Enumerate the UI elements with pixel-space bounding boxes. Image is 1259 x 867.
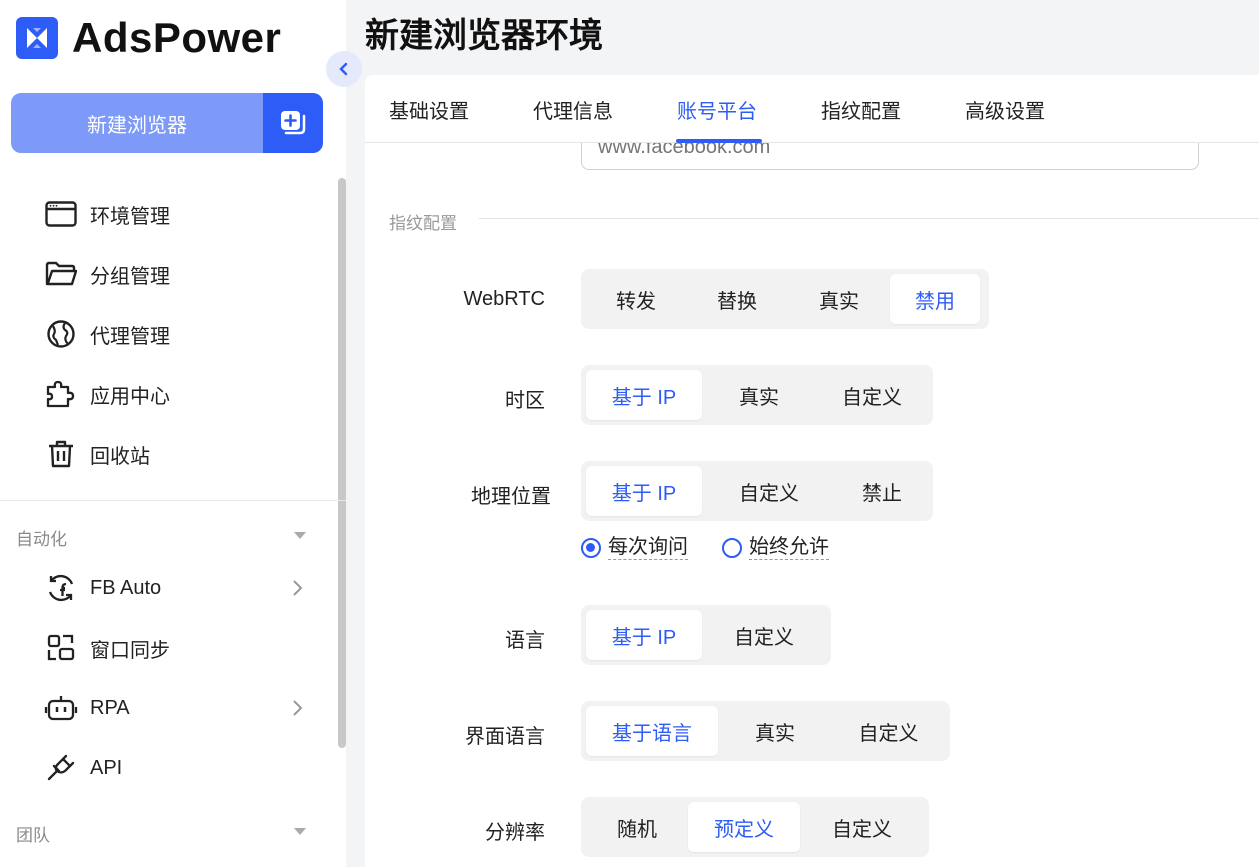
tab-fingerprint[interactable]: 指纹配置 bbox=[821, 95, 901, 124]
caret-down-icon bbox=[294, 532, 306, 539]
ui-language-label: 界面语言 bbox=[465, 726, 545, 748]
sidebar-item-label: RPA bbox=[90, 696, 130, 719]
resolution-option-predefined[interactable]: 预定义 bbox=[688, 802, 800, 852]
tab-basic-settings[interactable]: 基础设置 bbox=[389, 95, 469, 124]
tab-account-platform[interactable]: 账号平台 bbox=[677, 95, 757, 124]
timezone-label: 时区 bbox=[505, 390, 545, 412]
sidebar-item-label: API bbox=[90, 756, 123, 779]
chevron-right-icon bbox=[293, 700, 303, 716]
chevron-left-icon bbox=[339, 62, 348, 76]
timezone-option-custom[interactable]: 自定义 bbox=[816, 370, 928, 420]
resolution-label: 分辨率 bbox=[485, 822, 545, 844]
webrtc-option-replace[interactable]: 替换 bbox=[686, 274, 788, 324]
sidebar-item-rpa[interactable]: RPA bbox=[44, 688, 314, 728]
webrtc-option-real[interactable]: 真实 bbox=[788, 274, 890, 324]
geolocation-option-custom[interactable]: 自定义 bbox=[702, 466, 836, 516]
ui-language-option-real[interactable]: 真实 bbox=[718, 706, 832, 756]
geolocation-option-ip[interactable]: 基于 IP bbox=[586, 466, 702, 516]
sidebar-item-window-sync[interactable]: 窗口同步 bbox=[44, 628, 314, 668]
section-title: 自动化 bbox=[16, 530, 67, 549]
radio-checked-icon bbox=[581, 537, 601, 558]
page-title: 新建浏览器环境 bbox=[365, 17, 603, 55]
trash-icon bbox=[44, 437, 78, 471]
tab-proxy-info[interactable]: 代理信息 bbox=[533, 95, 613, 124]
sidebar-item-label: FB Auto bbox=[90, 576, 162, 599]
sidebar-item-label: 窗口同步 bbox=[90, 639, 170, 662]
sidebar-item-trash[interactable]: 回收站 bbox=[44, 434, 314, 474]
fingerprint-section-title: 指纹配置 bbox=[389, 214, 457, 233]
sidebar-section-automation[interactable]: 自动化 bbox=[16, 525, 306, 550]
collapse-sidebar-button[interactable] bbox=[326, 51, 362, 87]
ui-language-segmented: 基于语言 真实 自定义 bbox=[581, 701, 950, 761]
section-divider bbox=[479, 218, 1259, 219]
window-sync-icon bbox=[44, 631, 78, 665]
geolocation-permission-radios: 每次询问 始终允许 bbox=[581, 535, 863, 560]
webrtc-option-disable[interactable]: 禁用 bbox=[890, 274, 980, 324]
sidebar-item-fb-auto[interactable]: FB Auto bbox=[44, 568, 314, 608]
chevron-right-icon bbox=[293, 580, 303, 596]
radio-ask-every-time[interactable]: 每次询问 bbox=[581, 535, 688, 560]
sidebar-divider bbox=[0, 500, 346, 501]
sidebar-scrollbar[interactable] bbox=[338, 178, 346, 748]
sidebar-item-api[interactable]: API bbox=[44, 748, 314, 788]
timezone-segmented: 基于 IP 真实 自定义 bbox=[581, 365, 933, 425]
webrtc-segmented: 转发 替换 真实 禁用 bbox=[581, 269, 989, 329]
ui-language-option-custom[interactable]: 自定义 bbox=[832, 706, 945, 756]
radio-unchecked-icon bbox=[722, 537, 742, 558]
new-browser-button-group: 新建浏览器 bbox=[11, 93, 323, 153]
sidebar-item-label: 环境管理 bbox=[90, 205, 170, 228]
sidebar-item-environment[interactable]: 环境管理 bbox=[44, 194, 314, 234]
new-browser-add-button[interactable] bbox=[263, 93, 323, 153]
sidebar: AdsPower 新建浏览器 环境管理 分组管理 代理管理 应用中心 回收站 自… bbox=[0, 0, 346, 867]
timezone-option-real[interactable]: 真实 bbox=[702, 370, 816, 420]
geolocation-option-forbid[interactable]: 禁止 bbox=[836, 466, 928, 516]
active-tab-indicator bbox=[676, 139, 762, 143]
geolocation-label: 地理位置 bbox=[471, 486, 551, 508]
facebook-sync-icon bbox=[44, 571, 78, 605]
sidebar-item-label: 回收站 bbox=[90, 445, 150, 468]
puzzle-icon bbox=[44, 377, 78, 411]
language-segmented: 基于 IP 自定义 bbox=[581, 605, 831, 665]
url-input-container bbox=[365, 143, 1259, 173]
resolution-option-random[interactable]: 随机 bbox=[586, 802, 688, 852]
radio-label: 每次询问 bbox=[608, 536, 688, 560]
timezone-option-ip[interactable]: 基于 IP bbox=[586, 370, 702, 420]
resolution-segmented: 随机 预定义 自定义 bbox=[581, 797, 929, 857]
sidebar-item-proxy[interactable]: 代理管理 bbox=[44, 314, 314, 354]
webrtc-label: WebRTC bbox=[463, 288, 545, 310]
robot-icon bbox=[44, 691, 78, 725]
sidebar-section-team[interactable]: 团队 bbox=[16, 821, 306, 846]
sidebar-item-app-center[interactable]: 应用中心 bbox=[44, 374, 314, 414]
add-copy-icon bbox=[281, 111, 306, 135]
adspower-logo-icon bbox=[16, 17, 58, 59]
sidebar-item-groups[interactable]: 分组管理 bbox=[44, 254, 314, 294]
plug-icon bbox=[44, 751, 78, 785]
new-browser-button[interactable]: 新建浏览器 bbox=[11, 93, 263, 153]
app-logo[interactable]: AdsPower bbox=[16, 14, 281, 62]
radio-label: 始终允许 bbox=[749, 536, 829, 560]
language-option-ip[interactable]: 基于 IP bbox=[586, 610, 702, 660]
geolocation-segmented: 基于 IP 自定义 禁止 bbox=[581, 461, 933, 521]
sidebar-item-label: 应用中心 bbox=[90, 385, 170, 408]
tab-advanced[interactable]: 高级设置 bbox=[965, 95, 1045, 124]
account-url-input[interactable] bbox=[581, 143, 1199, 170]
sidebar-item-label: 代理管理 bbox=[90, 325, 170, 348]
globe-icon bbox=[44, 317, 78, 351]
radio-always-allow[interactable]: 始终允许 bbox=[722, 535, 829, 560]
caret-down-icon bbox=[294, 828, 306, 835]
language-label: 语言 bbox=[505, 630, 545, 652]
form-panel: 基础设置 代理信息 账号平台 指纹配置 高级设置 指纹配置 WebRTC 转发 … bbox=[365, 75, 1259, 867]
tab-bar: 基础设置 代理信息 账号平台 指纹配置 高级设置 bbox=[365, 75, 1259, 143]
ui-language-option-by-language[interactable]: 基于语言 bbox=[586, 706, 718, 756]
app-name: AdsPower bbox=[72, 14, 282, 61]
resolution-option-custom[interactable]: 自定义 bbox=[800, 802, 924, 852]
folder-icon bbox=[44, 257, 78, 291]
browser-window-icon bbox=[44, 197, 78, 231]
section-title: 团队 bbox=[16, 826, 50, 845]
sidebar-item-label: 分组管理 bbox=[90, 265, 170, 288]
webrtc-option-forward[interactable]: 转发 bbox=[586, 274, 686, 324]
language-option-custom[interactable]: 自定义 bbox=[702, 610, 826, 660]
